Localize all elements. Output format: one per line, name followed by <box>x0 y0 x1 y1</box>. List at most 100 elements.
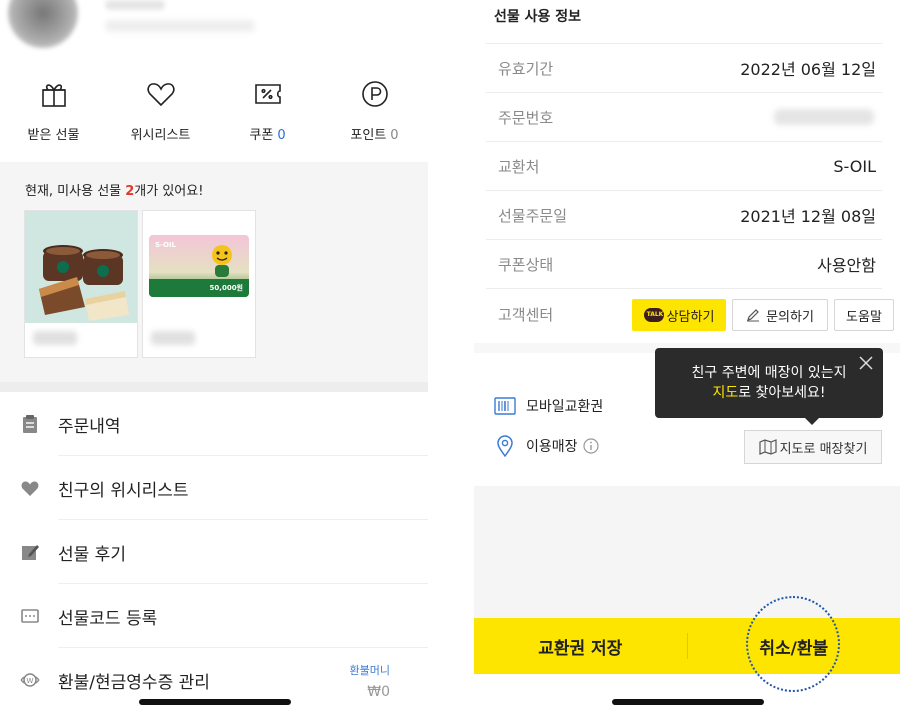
menu-order-history[interactable]: 주문내역 <box>0 392 428 456</box>
gift-name-blurred <box>33 331 77 345</box>
menu-label: 친구의 위시리스트 <box>58 480 189 501</box>
inquiry-button[interactable]: 문의하기 <box>732 299 828 331</box>
menu-friends-wishlist[interactable]: 친구의 위시리스트 <box>0 456 428 520</box>
close-icon[interactable] <box>857 354 875 372</box>
row-key: 선물주문일 <box>498 206 568 225</box>
msg-prefix: 현재, 미사용 선물 <box>25 184 126 199</box>
profile-header <box>0 0 428 60</box>
gift-icon <box>41 84 66 107</box>
bottom-spacer <box>474 486 900 618</box>
chat-consult-label: 상담하기 <box>666 309 715 325</box>
inquiry-label: 문의하기 <box>766 309 814 325</box>
code-icon <box>21 609 39 623</box>
row-key: 주문번호 <box>498 108 554 127</box>
home-indicator[interactable] <box>612 699 764 705</box>
coffee-cake-image <box>25 211 137 323</box>
row-value: 2021년 12월 08일 <box>740 207 876 226</box>
quick-label: 포인트 <box>350 128 387 143</box>
gift-box-screen: 받은 선물 위시리스트 쿠폰 0 포인트 0 현재, 미사용 선물 2개가 있어요! <box>0 0 428 726</box>
heart-icon <box>146 83 175 107</box>
mobile-voucher-row: 모바일교환권 <box>494 396 603 416</box>
menu-label: 주문내역 <box>58 416 121 437</box>
edit-icon <box>22 545 39 560</box>
profile-name-blurred <box>105 0 165 10</box>
point-icon <box>361 81 388 107</box>
my-menu-list: 주문내역 친구의 위시리스트 선물 후기 선물코드 등록 W 환불/현금영수증 … <box>0 392 428 712</box>
tooltip-line2: 지도로 찾아보세요! <box>655 383 883 403</box>
barcode-icon <box>494 397 516 415</box>
location-pin-icon <box>497 435 513 457</box>
kakao-talk-icon: TALK <box>643 308 664 322</box>
menu-label: 환불/현금영수증 관리 <box>58 672 210 693</box>
quick-wishlist[interactable]: 위시리스트 <box>107 70 214 150</box>
section-divider <box>0 382 428 392</box>
menu-label: 선물 후기 <box>58 544 126 565</box>
highlight-circle <box>746 596 840 692</box>
quick-points[interactable]: 포인트 0 <box>321 70 428 150</box>
info-icon[interactable] <box>582 437 600 455</box>
help-label: 도움말 <box>846 309 882 325</box>
row-key: 유효기간 <box>498 59 554 78</box>
menu-label: 선물코드 등록 <box>58 608 158 629</box>
pencil-icon <box>747 309 760 322</box>
quick-coupon[interactable]: 쿠폰 0 <box>214 70 321 150</box>
row-expiry: 유효기간 2022년 06월 12일 <box>486 43 882 92</box>
map-tooltip: 친구 주변에 매장이 있는지 지도로 찾아보세요! <box>655 348 883 425</box>
quick-menu: 받은 선물 위시리스트 쿠폰 0 포인트 0 <box>0 70 428 150</box>
row-exchange-place: 교환처 S-OIL <box>486 141 882 190</box>
row-value: 사용안함 <box>817 256 876 275</box>
row-key: 고객센터 <box>498 306 554 324</box>
row-order-date: 선물주문일 2021년 12월 08일 <box>486 190 882 239</box>
refund-money: 환불머니 ₩0 <box>350 662 390 700</box>
map-icon <box>758 439 777 455</box>
soil-amount: 50,000원 <box>209 284 243 292</box>
avatar[interactable] <box>8 0 78 48</box>
gift-name-blurred <box>151 331 195 345</box>
coupon-icon <box>254 84 281 104</box>
row-value: S-OIL <box>833 156 876 176</box>
row-key: 교환처 <box>498 157 540 176</box>
gift-card-soil[interactable]: S-OIL 50,000원 <box>142 210 256 358</box>
order-number-blurred <box>774 109 874 125</box>
quick-received-gifts[interactable]: 받은 선물 <box>0 70 107 150</box>
profile-subtitle-blurred <box>105 20 255 32</box>
row-order-number: 주문번호 <box>486 92 882 141</box>
save-voucher-button[interactable]: 교환권 저장 <box>474 634 687 659</box>
soil-brand: S-OIL <box>155 241 176 249</box>
tooltip-highlight: 지도 <box>712 385 739 401</box>
unused-gift-count: 2 <box>125 184 135 199</box>
row-coupon-status: 쿠폰상태 사용안함 <box>486 239 882 288</box>
quick-label: 받은 선물 <box>27 128 80 143</box>
refund-money-value: ₩0 <box>367 684 390 700</box>
msg-suffix: 개가 있어요! <box>134 184 204 199</box>
mobile-voucher-label: 모바일교환권 <box>526 399 604 415</box>
tooltip-line1: 친구 주변에 매장이 있는지 <box>691 365 847 381</box>
row-customer-center: 고객센터 TALK 상담하기 문의하기 도움말 <box>486 288 894 340</box>
row-key: 쿠폰상태 <box>498 255 554 274</box>
home-indicator[interactable] <box>139 699 291 705</box>
map-button-label: 지도로 매장찾기 <box>779 441 868 457</box>
svg-text:W: W <box>27 677 34 685</box>
unused-gifts-message: 현재, 미사용 선물 2개가 있어요! <box>25 180 203 199</box>
soil-gift-card: S-OIL 50,000원 <box>149 235 249 297</box>
soil-card-image: S-OIL 50,000원 <box>143 211 255 323</box>
quick-label: 위시리스트 <box>130 128 191 143</box>
store-label: 이용매장 <box>526 439 578 455</box>
section-title: 선물 사용 정보 <box>494 9 582 25</box>
menu-gift-code-register[interactable]: 선물코드 등록 <box>0 584 428 648</box>
chat-consult-button[interactable]: TALK 상담하기 <box>632 299 726 331</box>
menu-gift-review[interactable]: 선물 후기 <box>0 520 428 584</box>
coupon-count: 0 <box>277 128 286 143</box>
help-button[interactable]: 도움말 <box>834 299 894 331</box>
unused-gifts-section: 현재, 미사용 선물 2개가 있어요! S-OIL 50,000원 <box>0 162 428 382</box>
gift-detail-screen: 선물 사용 정보 유효기간 2022년 06월 12일 주문번호 교환처 S-O… <box>474 0 900 726</box>
refund-money-label: 환불머니 <box>349 664 390 677</box>
points-count: 0 <box>390 128 399 143</box>
gift-card-coffee[interactable] <box>24 210 138 358</box>
find-store-map-button[interactable]: 지도로 매장찾기 <box>744 430 882 464</box>
tooltip-line2-suffix: 로 찾아보세요! <box>738 385 826 401</box>
quick-label: 쿠폰 <box>249 128 274 143</box>
tooltip-pointer <box>805 418 819 425</box>
clipboard-icon <box>23 415 37 433</box>
row-value: 2022년 06월 12일 <box>740 60 876 79</box>
